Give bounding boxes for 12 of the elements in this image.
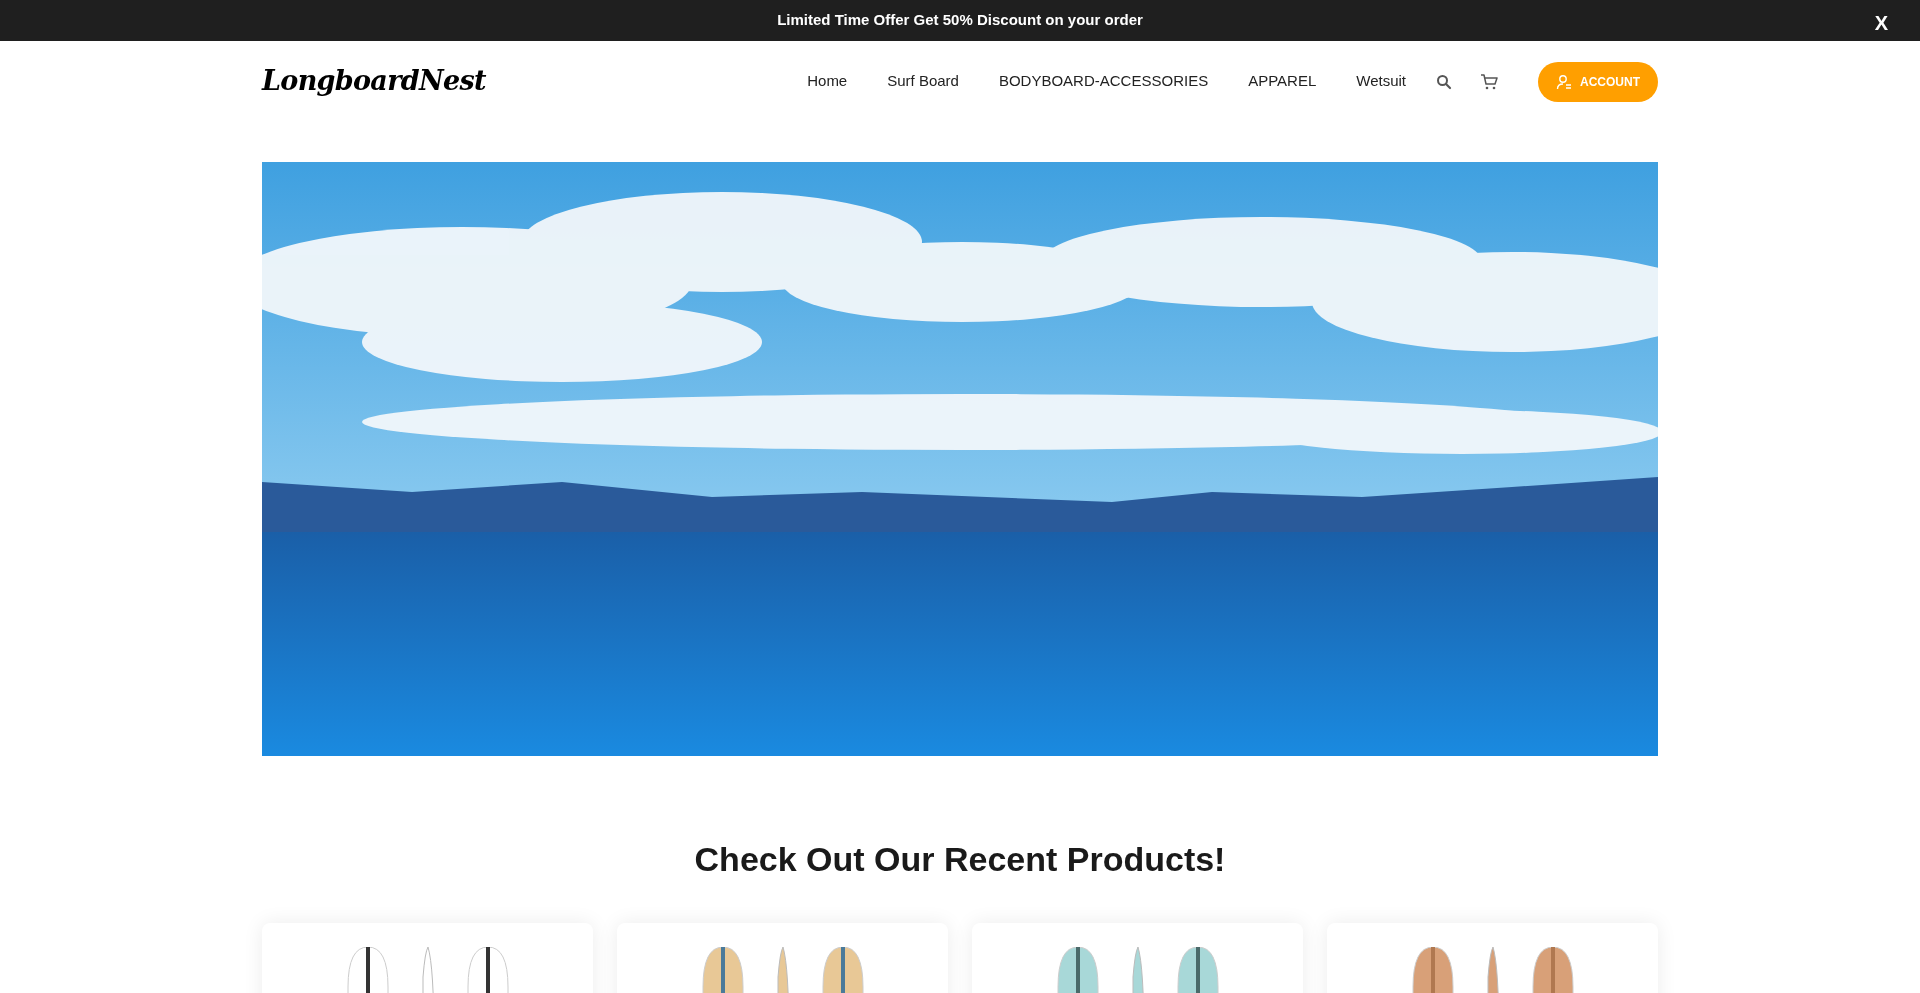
announcement-text: Limited Time Offer Get 50% Discount on your order [777,10,1143,31]
close-button[interactable]: X [1874,8,1888,38]
nav-link[interactable]: APPAREL [1248,70,1317,93]
user-icon [1556,73,1572,90]
search-icon[interactable] [1436,73,1452,90]
section-heading: Check Out Our Recent Products! [693,839,1227,880]
cart-icon[interactable] [1480,72,1498,91]
logo[interactable]: LongboardNest [262,61,486,102]
nav-link[interactable]: Home [807,70,848,93]
nav-link[interactable]: Wetsuit [1356,70,1406,93]
nav-link[interactable]: BODYBOARD-ACCESSORIES [998,70,1209,93]
nav-link[interactable]: Surf Board [887,70,959,93]
